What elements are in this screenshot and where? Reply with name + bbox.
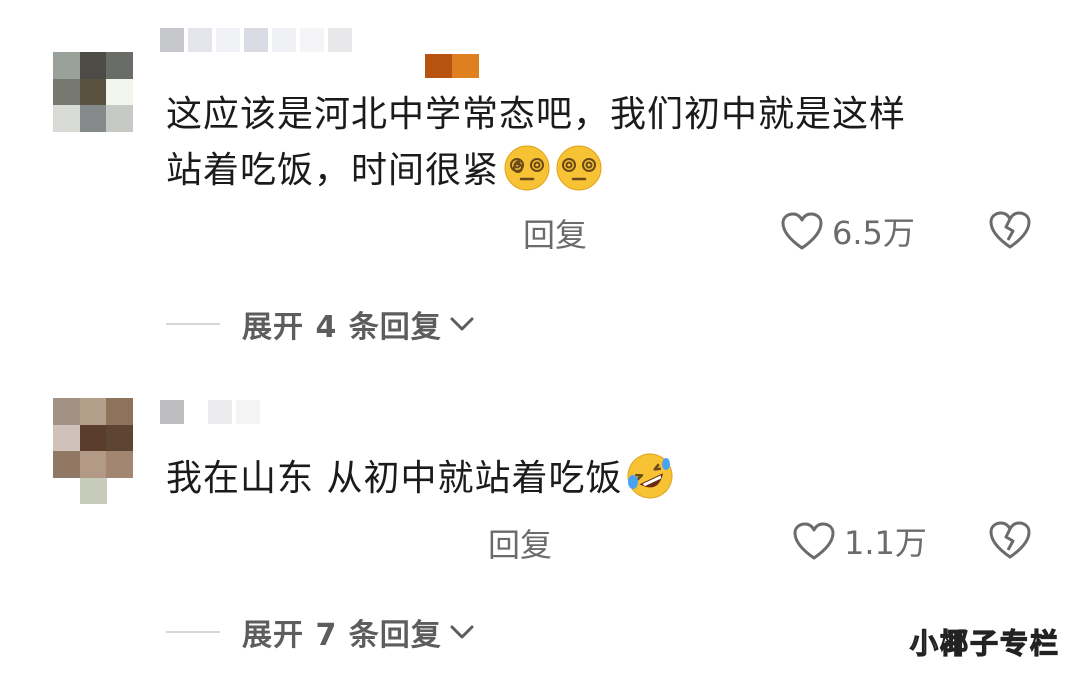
like-button[interactable]: 1.1万 xyxy=(792,518,927,564)
watermark: 小椰子专栏 xyxy=(909,626,1060,660)
expand-replies-label: 展开 7 条回复 xyxy=(242,618,442,653)
like-count: 6.5万 xyxy=(832,214,915,252)
avatar[interactable] xyxy=(53,398,133,478)
divider xyxy=(166,631,220,633)
expand-replies-label: 展开 4 条回复 xyxy=(242,310,442,345)
dizzy-face-icon xyxy=(504,145,550,191)
avatar-overflow xyxy=(80,478,107,504)
rolling-laughing-icon xyxy=(627,453,673,499)
broken-heart-icon[interactable] xyxy=(988,520,1032,560)
comment-item: 这应该是河北中学常态吧，我们初中就是这样 站着吃饭，时间很紧 回复 6.5万 展… xyxy=(0,0,1080,360)
heart-icon xyxy=(793,522,835,560)
reply-button[interactable]: 回复 xyxy=(488,520,552,566)
like-button[interactable]: 6.5万 xyxy=(780,208,915,254)
expand-replies-button[interactable]: 展开 4 条回复 xyxy=(166,302,476,346)
chevron-down-icon xyxy=(450,625,474,639)
reply-button[interactable]: 回复 xyxy=(523,210,587,256)
comment-text: 我在山东 从初中就站着吃饭 xyxy=(166,452,674,506)
comment-text: 这应该是河北中学常态吧，我们初中就是这样 xyxy=(166,94,907,135)
dizzy-face-icon xyxy=(556,145,602,191)
expand-replies-button[interactable]: 展开 7 条回复 xyxy=(166,610,476,654)
chevron-down-icon xyxy=(450,317,474,331)
avatar[interactable] xyxy=(53,52,133,132)
broken-heart-icon[interactable] xyxy=(988,210,1032,250)
username[interactable] xyxy=(160,400,260,424)
like-count: 1.1万 xyxy=(844,524,927,562)
divider xyxy=(166,323,220,325)
heart-icon xyxy=(781,212,823,250)
username[interactable] xyxy=(160,28,352,52)
user-badge xyxy=(425,54,479,78)
comment-text-line2: 站着吃饭，时间很紧 xyxy=(166,144,603,198)
